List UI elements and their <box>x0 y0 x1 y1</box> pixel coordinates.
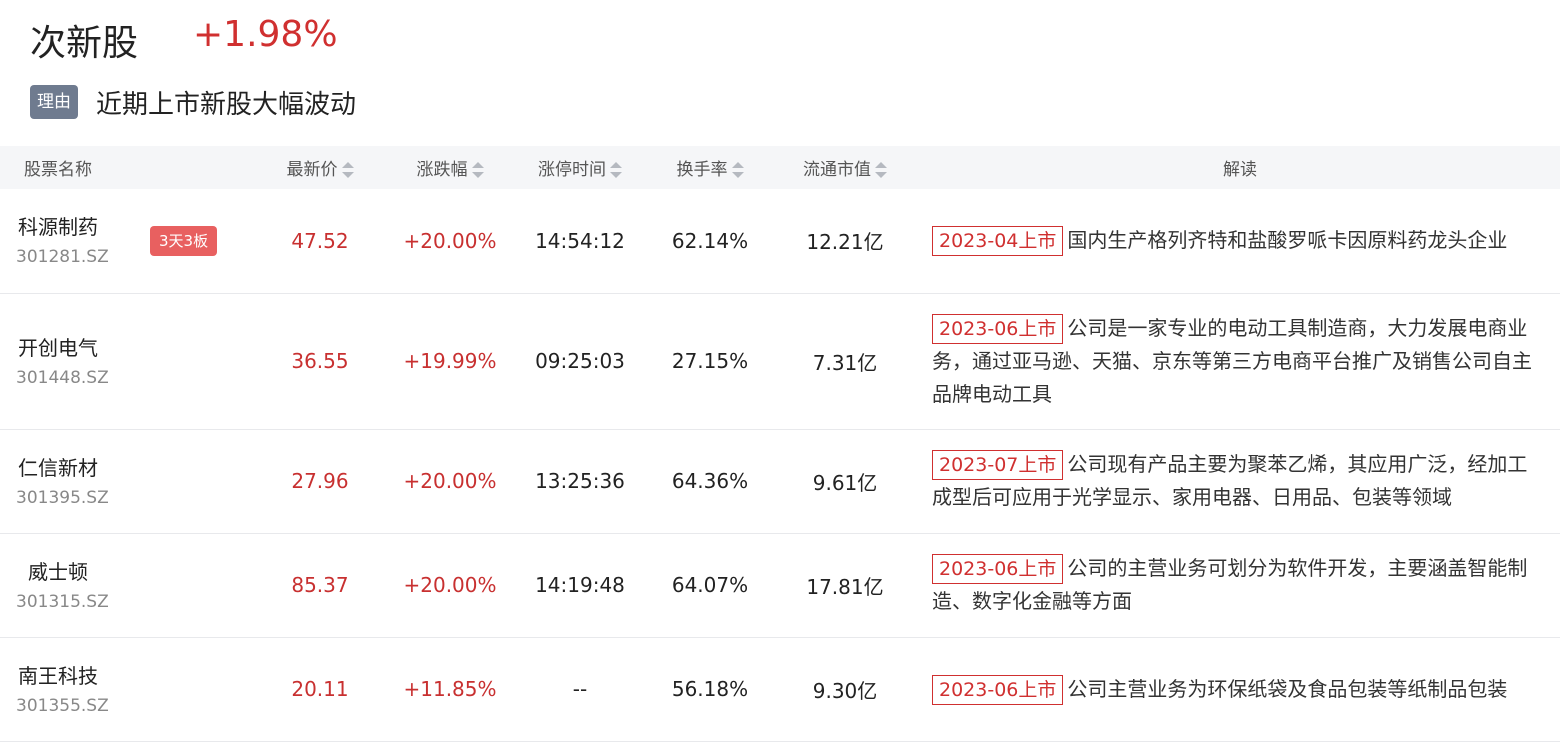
description: 2023-06上市 公司主营业务为环保纸袋及食品包装等纸制品包装 <box>920 637 1560 741</box>
stock-code: 301395.SZ <box>16 487 109 508</box>
stock-name-cell[interactable]: 仁信新材 301395.SZ <box>0 429 250 533</box>
sort-icon[interactable] <box>610 162 622 178</box>
turnover: 64.07% <box>671 573 749 597</box>
pct-change: +19.99% <box>403 349 497 373</box>
listing-date-tag: 2023-06上市 <box>932 674 1064 705</box>
table-row[interactable]: 科源制药 301281.SZ 3天3板 47.52 +20.00% 14:54:… <box>0 189 1560 293</box>
sort-icon[interactable] <box>731 162 744 178</box>
stock-name[interactable]: 南王科技 <box>18 660 98 689</box>
pct-change: +20.00% <box>403 228 497 253</box>
market-cap: 9.61亿 <box>812 470 878 495</box>
pct-change: +11.85% <box>403 677 497 701</box>
sort-icon[interactable] <box>341 162 354 178</box>
table-row[interactable]: 开创电气 301448.SZ 36.55 +19.99% 09:25:03 27… <box>0 293 1560 429</box>
table-row[interactable]: 仁信新材 301395.SZ 27.96 +20.00% 13:25:36 64… <box>0 429 1560 533</box>
limit-time: 09:25:03 <box>535 349 625 373</box>
col-mcap-sort[interactable]: 流通市值 <box>770 146 920 189</box>
col-pct-sort[interactable]: 涨跌幅 <box>390 146 510 189</box>
description: 2023-06上市 公司是一家专业的电动工具制造商，大力发展电商业务，通过亚马逊、… <box>920 293 1560 429</box>
market-cap: 9.30亿 <box>812 678 878 703</box>
col-name: 股票名称 <box>24 160 92 180</box>
description: 2023-04上市 国内生产格列齐特和盐酸罗哌卡因原料药龙头企业 <box>920 189 1560 293</box>
price: 47.52 <box>291 228 349 253</box>
stock-name[interactable]: 威士顿 <box>28 556 88 585</box>
header: 次新股 +1.98% 理由 近期上市新股大幅波动 <box>0 0 1560 146</box>
turnover: 62.14% <box>671 228 749 253</box>
market-cap: 12.21亿 <box>806 230 884 255</box>
stock-table: 股票名称 最新价 涨跌幅 涨停时间 换手率 流通市值 解读 科源制药 30128… <box>0 146 1560 742</box>
stock-name[interactable]: 开创电气 <box>18 332 98 361</box>
table-row[interactable]: 威士顿 301315.SZ 85.37 +20.00% 14:19:48 64.… <box>0 533 1560 637</box>
limit-time: 13:25:36 <box>535 469 625 493</box>
stock-name[interactable]: 仁信新材 <box>18 452 98 481</box>
stock-name-cell[interactable]: 南王科技 301355.SZ <box>0 637 250 741</box>
sector-title: 次新股 <box>30 23 139 64</box>
stock-name-cell[interactable]: 威士顿 301315.SZ <box>0 533 250 637</box>
market-cap: 17.81亿 <box>806 574 884 599</box>
limit-time: 14:54:12 <box>535 228 625 253</box>
description: 2023-07上市 公司现有产品主要为聚苯乙烯，其应用广泛，经加工成型后可应用于光… <box>920 429 1560 533</box>
table-row[interactable]: 南王科技 301355.SZ 20.11 +11.85% -- 56.18% 9… <box>0 637 1560 741</box>
sort-icon[interactable] <box>875 162 887 178</box>
listing-date-tag: 2023-07上市 <box>932 450 1064 480</box>
stock-code: 301448.SZ <box>16 367 109 388</box>
turnover: 27.15% <box>671 349 749 373</box>
price: 27.96 <box>291 469 349 493</box>
limit-time: 14:19:48 <box>535 573 625 597</box>
pct-change: +20.00% <box>403 469 497 493</box>
price: 85.37 <box>291 573 349 597</box>
stock-name[interactable]: 科源制药 <box>18 211 98 240</box>
col-turnover-sort[interactable]: 换手率 <box>650 146 770 189</box>
col-price-sort[interactable]: 最新价 <box>250 146 390 189</box>
limit-up-badge: 3天3板 <box>150 226 218 256</box>
listing-date-tag: 2023-06上市 <box>932 554 1064 584</box>
pct-change: +20.00% <box>403 573 497 597</box>
sort-icon[interactable] <box>471 162 484 178</box>
table-header: 股票名称 最新价 涨跌幅 涨停时间 换手率 流通市值 解读 <box>0 146 1560 189</box>
reason-tag: 理由 <box>30 85 78 119</box>
price: 20.11 <box>291 677 349 701</box>
market-cap: 7.31亿 <box>812 350 878 375</box>
stock-name-cell[interactable]: 开创电气 301448.SZ <box>0 293 250 429</box>
description: 2023-06上市 公司的主营业务可划分为软件开发，主要涵盖智能制造、数字化金融等… <box>920 533 1560 637</box>
stock-code: 301281.SZ <box>16 247 109 267</box>
turnover: 56.18% <box>671 677 749 701</box>
stock-code: 301355.SZ <box>16 695 109 716</box>
stock-name-cell[interactable]: 科源制药 301281.SZ 3天3板 <box>0 189 250 293</box>
sector-change: +1.98% <box>193 14 338 55</box>
turnover: 64.36% <box>671 469 749 493</box>
listing-date-tag: 2023-06上市 <box>932 313 1064 344</box>
col-time-sort[interactable]: 涨停时间 <box>510 146 650 189</box>
col-desc: 解读 <box>1223 160 1257 180</box>
listing-date-tag: 2023-04上市 <box>932 226 1064 257</box>
price: 36.55 <box>291 349 349 373</box>
reason-text: 近期上市新股大幅波动 <box>96 90 357 120</box>
description-text: 国内生产格列齐特和盐酸罗哌卡因原料药龙头企业 <box>1067 228 1508 253</box>
stock-code: 301315.SZ <box>16 591 109 612</box>
description-text: 公司主营业务为环保纸袋及食品包装等纸制品包装 <box>1067 676 1508 701</box>
limit-time: -- <box>572 677 588 701</box>
